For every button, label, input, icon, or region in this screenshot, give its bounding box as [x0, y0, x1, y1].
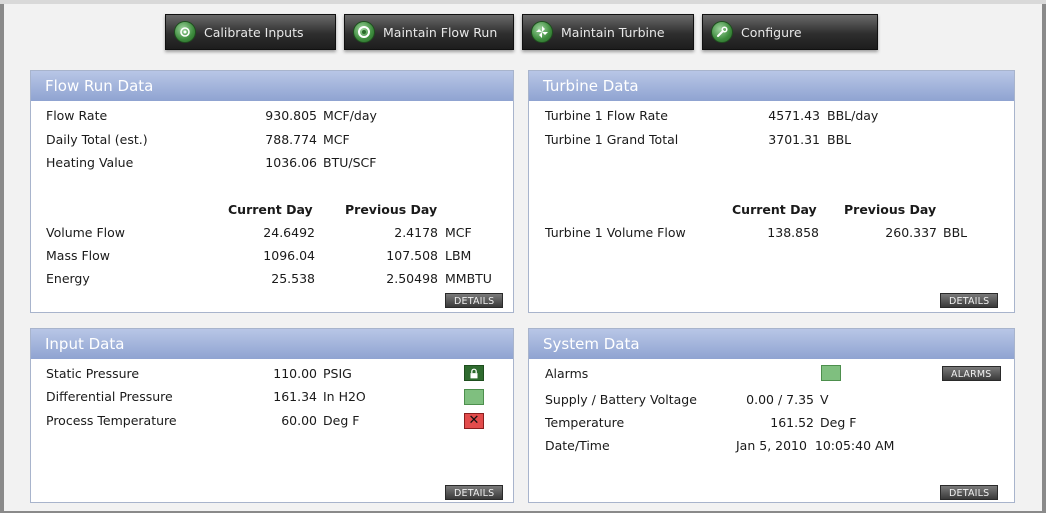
supply-voltage-value: 0.00 / 7.35 [746, 392, 814, 407]
status-ok-indicator[interactable] [464, 389, 484, 405]
process-temperature-label: Process Temperature [46, 413, 177, 428]
supply-voltage-unit: V [820, 392, 829, 407]
turbine-volume-flow-unit: BBL [943, 225, 968, 240]
input-details-button[interactable]: DETAILS [445, 485, 504, 500]
volume-flow-previous: 2.4178 [394, 225, 438, 240]
datetime-value: Jan 5, 2010 10:05:40 AM [736, 438, 895, 453]
turbine-flow-rate-label: Turbine 1 Flow Rate [545, 108, 668, 123]
calibrate-icon [174, 21, 196, 43]
alarms-status-indicator[interactable] [821, 365, 841, 381]
lock-icon[interactable] [464, 365, 484, 381]
turbine-grand-total-unit: BBL [827, 132, 852, 147]
flow-rate-value: 930.805 [265, 108, 317, 123]
volume-flow-unit: MCF [445, 225, 472, 240]
turbine-current-day-header: Current Day [732, 202, 817, 217]
flow-rate-unit: MCF/day [323, 108, 377, 123]
turbine-flow-rate-unit: BBL/day [827, 108, 879, 123]
turbine-previous-day-header: Previous Day [844, 202, 937, 217]
turbine-volume-flow-label: Turbine 1 Volume Flow [545, 225, 686, 240]
system-temperature-value: 161.52 [770, 415, 814, 430]
datetime-label: Date/Time [545, 438, 610, 453]
heating-value-unit: BTU/SCF [323, 155, 377, 170]
flow-run-icon [353, 21, 375, 43]
wrench-icon [711, 21, 733, 43]
static-pressure-value: 110.00 [273, 366, 317, 381]
heating-value-value: 1036.06 [265, 155, 317, 170]
volume-flow-current: 24.6492 [263, 225, 315, 240]
differential-pressure-value: 161.34 [273, 389, 317, 404]
energy-previous: 2.50498 [386, 271, 438, 286]
system-details-button[interactable]: DETAILS [940, 485, 999, 500]
energy-current: 25.538 [271, 271, 315, 286]
static-pressure-label: Static Pressure [46, 366, 140, 381]
input-title: Input Data [31, 329, 513, 359]
previous-day-header: Previous Day [345, 202, 438, 217]
system-title: System Data [529, 329, 1014, 359]
turbine-volume-flow-previous: 260.337 [885, 225, 937, 240]
maintain-flow-run-button[interactable]: Maintain Flow Run [344, 14, 514, 50]
input-panel: Input Data Static Pressure 110.00 PSIG D… [30, 328, 514, 503]
turbine-grand-total-label: Turbine 1 Grand Total [545, 132, 679, 147]
flow-run-title: Flow Run Data [31, 71, 513, 101]
mass-flow-previous: 107.508 [386, 248, 438, 263]
system-temperature-label: Temperature [545, 415, 625, 430]
volume-flow-label: Volume Flow [46, 225, 125, 240]
alarms-button[interactable]: ALARMS [942, 366, 1001, 381]
process-temperature-value: 60.00 [281, 413, 317, 428]
turbine-panel: Turbine Data Turbine 1 Flow Rate 4571.43… [528, 70, 1015, 313]
energy-label: Energy [46, 271, 90, 286]
mass-flow-current: 1096.04 [263, 248, 315, 263]
daily-total-unit: MCF [323, 132, 350, 147]
turbine-icon [531, 21, 553, 43]
turbine-grand-total-value: 3701.31 [768, 132, 820, 147]
turbine-title: Turbine Data [529, 71, 1014, 101]
daily-total-value: 788.774 [265, 132, 317, 147]
current-day-header: Current Day [228, 202, 313, 217]
daily-total-label: Daily Total (est.) [46, 132, 148, 147]
maintain-turbine-button[interactable]: Maintain Turbine [522, 14, 694, 50]
maintain-turbine-label: Maintain Turbine [561, 24, 665, 40]
heating-value-label: Heating Value [46, 155, 134, 170]
mass-flow-label: Mass Flow [46, 248, 110, 263]
calibrate-inputs-button[interactable]: Calibrate Inputs [165, 14, 336, 50]
static-pressure-unit: PSIG [323, 366, 352, 381]
turbine-volume-flow-current: 138.858 [767, 225, 819, 240]
calibrate-inputs-label: Calibrate Inputs [204, 24, 304, 40]
supply-voltage-label: Supply / Battery Voltage [545, 392, 697, 407]
maintain-flow-run-label: Maintain Flow Run [383, 24, 498, 40]
error-x-icon[interactable]: ✕ [464, 413, 484, 429]
turbine-flow-rate-value: 4571.43 [768, 108, 820, 123]
turbine-details-button[interactable]: DETAILS [940, 293, 999, 308]
system-temperature-unit: Deg F [820, 415, 857, 430]
system-panel: System Data Alarms ALARMS Supply / Batte… [528, 328, 1015, 503]
flow-rate-label: Flow Rate [46, 108, 108, 123]
alarms-label: Alarms [545, 366, 589, 381]
configure-label: Configure [741, 24, 802, 40]
toolbar: Calibrate Inputs Maintain Flow Run Maint… [165, 14, 878, 50]
flow-run-panel: Flow Run Data Flow Rate 930.805 MCF/day … [30, 70, 514, 313]
differential-pressure-label: Differential Pressure [46, 389, 173, 404]
configure-button[interactable]: Configure [702, 14, 878, 50]
process-temperature-unit: Deg F [323, 413, 360, 428]
energy-unit: MMBTU [445, 271, 492, 286]
flow-run-details-button[interactable]: DETAILS [445, 293, 504, 308]
mass-flow-unit: LBM [445, 248, 472, 263]
differential-pressure-unit: In H2O [323, 389, 366, 404]
frame-top-border [0, 0, 1046, 4]
